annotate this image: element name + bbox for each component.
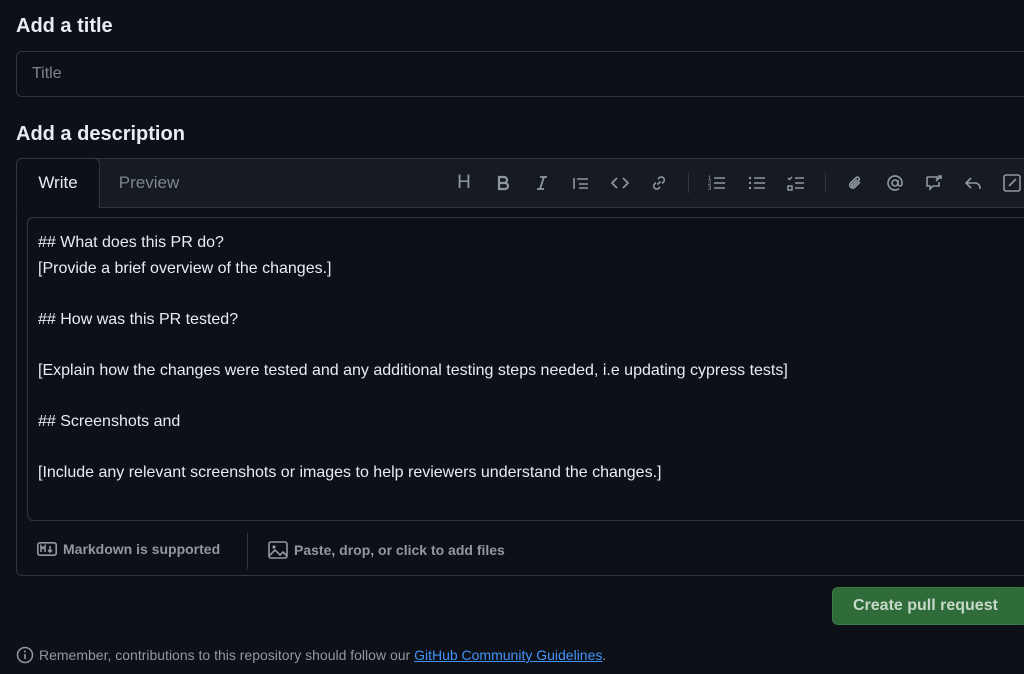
description-editor: Write Preview H 123 ## What does this PR… <box>16 158 1024 576</box>
link-icon[interactable] <box>647 171 671 195</box>
info-icon <box>16 646 34 664</box>
reference-icon[interactable] <box>922 171 946 195</box>
toolbar-separator <box>688 173 689 193</box>
editor-footer: Markdown is supported Paste, drop, or cl… <box>17 533 1024 573</box>
notice-text: Remember, contributions to this reposito… <box>39 647 411 663</box>
description-textarea[interactable]: ## What does this PR do? [Provide a brie… <box>27 217 1024 521</box>
reply-icon[interactable] <box>961 171 985 195</box>
title-input[interactable] <box>16 51 1024 97</box>
mention-icon[interactable] <box>883 171 907 195</box>
tab-preview[interactable]: Preview <box>113 159 185 207</box>
add-files-label: Paste, drop, or click to add files <box>294 542 505 558</box>
unordered-list-icon[interactable] <box>745 171 769 195</box>
svg-text:3: 3 <box>708 186 712 192</box>
footer-separator <box>247 533 248 569</box>
create-pull-request-button[interactable]: Create pull request <box>832 587 1024 625</box>
image-icon <box>268 541 288 559</box>
bold-icon[interactable] <box>491 171 515 195</box>
description-label: Add a description <box>16 123 185 145</box>
markdown-supported-link[interactable]: Markdown is supported <box>37 541 220 557</box>
notice-suffix: . <box>602 647 607 663</box>
add-files-button[interactable]: Paste, drop, or click to add files <box>268 541 505 559</box>
code-icon[interactable] <box>608 171 632 195</box>
fullscreen-icon[interactable] <box>1000 171 1024 195</box>
quote-icon[interactable] <box>569 171 593 195</box>
editor-header: Write Preview H 123 <box>16 158 1024 209</box>
task-list-icon[interactable] <box>784 171 808 195</box>
guidelines-notice: Remember, contributions to this reposito… <box>16 646 606 664</box>
markdown-icon <box>37 542 57 556</box>
ordered-list-icon[interactable]: 123 <box>705 171 729 195</box>
attach-icon[interactable] <box>843 171 867 195</box>
community-guidelines-link[interactable]: GitHub Community Guidelines <box>414 647 602 663</box>
markdown-supported-label: Markdown is supported <box>63 541 221 557</box>
toolbar-separator <box>825 173 826 193</box>
title-label: Add a title <box>16 15 113 37</box>
tab-write[interactable]: Write <box>16 158 100 209</box>
italic-icon[interactable] <box>530 171 554 195</box>
heading-icon[interactable]: H <box>452 171 476 195</box>
